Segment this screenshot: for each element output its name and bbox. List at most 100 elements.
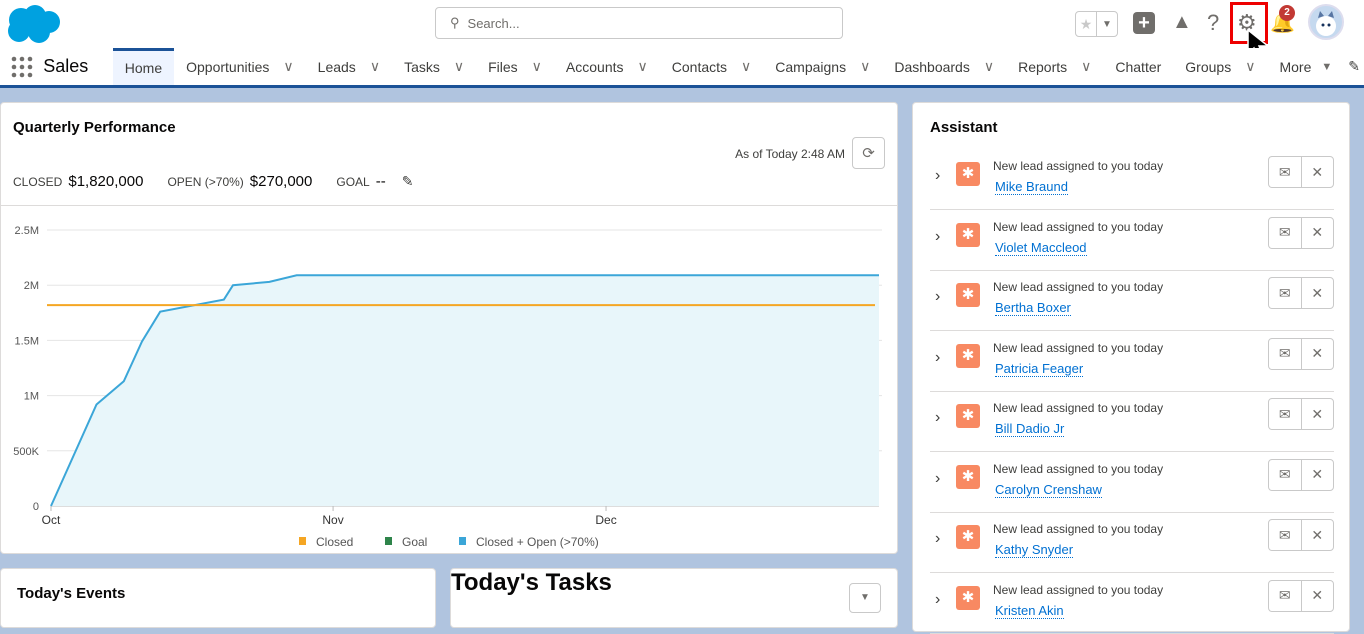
assistant-message: New lead assigned to you today: [993, 340, 1164, 355]
assistant-item: › ✱ New lead assigned to you today Viole…: [930, 210, 1334, 271]
y-tick-label: 1M: [24, 391, 39, 403]
assistant-message: New lead assigned to you today: [993, 219, 1164, 234]
tab-opportunities[interactable]: Opportunities ∨: [174, 48, 306, 85]
lead-name-link[interactable]: Bertha Boxer: [995, 300, 1071, 316]
y-tick-label: 2M: [24, 280, 39, 292]
chevron-down-icon[interactable]: ∨: [370, 58, 380, 75]
assistant-title: Assistant: [930, 119, 998, 136]
navigation-bar: Sales Home Opportunities ∨ Leads ∨ Tasks ∨ File…: [0, 48, 1364, 88]
star-icon[interactable]: ★: [1076, 12, 1096, 36]
chevron-right-icon[interactable]: ›: [935, 409, 940, 427]
tab-leads[interactable]: Leads ∨: [306, 48, 392, 85]
dismiss-close-icon[interactable]: ✕: [1300, 520, 1334, 550]
tab-contacts[interactable]: Contacts ∨: [660, 48, 764, 85]
chevron-down-icon[interactable]: ∨: [532, 58, 542, 75]
email-icon[interactable]: ✉: [1269, 157, 1301, 187]
assistant-item: › ✱ New lead assigned to you today Mike …: [930, 149, 1334, 210]
dismiss-close-icon[interactable]: ✕: [1300, 157, 1334, 187]
chevron-right-icon[interactable]: ›: [935, 288, 940, 306]
legend-swatch: [385, 537, 392, 545]
lead-icon: ✱: [956, 343, 980, 368]
dismiss-close-icon[interactable]: ✕: [1300, 459, 1334, 490]
chevron-down-icon[interactable]: ∨: [1245, 58, 1255, 75]
lead-name-link[interactable]: Kristen Akin: [995, 603, 1064, 619]
dismiss-close-icon[interactable]: ✕: [1300, 399, 1334, 429]
y-tick-label: 1.5M: [15, 335, 39, 347]
lead-icon: ✱: [956, 464, 980, 489]
assistant-message: New lead assigned to you today: [993, 582, 1164, 597]
tab-files[interactable]: Files ∨: [476, 48, 554, 85]
chevron-down-icon[interactable]: ∨: [860, 58, 870, 75]
help-icon[interactable]: ?: [1207, 10, 1219, 36]
lead-name-link[interactable]: Mike Braund: [995, 179, 1068, 195]
salesforce-logo[interactable]: [3, 4, 61, 44]
chevron-down-icon[interactable]: ∨: [1081, 58, 1091, 75]
tab-home[interactable]: Home: [112, 48, 175, 85]
item-actions: ✉ ✕: [1268, 458, 1334, 491]
y-tick-label: 500K: [13, 446, 39, 458]
favorites-button[interactable]: ★ ▼: [1075, 11, 1118, 37]
x-tick-label: Nov: [322, 513, 343, 527]
user-avatar[interactable]: [1308, 4, 1344, 40]
legend-label: Goal: [402, 535, 427, 549]
chevron-right-icon[interactable]: ›: [935, 349, 940, 367]
dismiss-close-icon[interactable]: ✕: [1300, 217, 1334, 248]
item-actions: ✉ ✕: [1268, 519, 1334, 551]
chevron-down-icon[interactable]: ∨: [454, 58, 464, 75]
lead-name-link[interactable]: Kathy Snyder: [995, 542, 1074, 558]
email-icon[interactable]: ✉: [1269, 520, 1301, 550]
email-icon[interactable]: ✉: [1269, 581, 1301, 611]
tab-chatter[interactable]: Chatter: [1103, 48, 1173, 85]
favorites-dropdown-icon[interactable]: ▼: [1096, 12, 1117, 36]
email-icon[interactable]: ✉: [1269, 218, 1301, 248]
global-actions-plus-icon[interactable]: +: [1133, 12, 1155, 34]
tab-dashboards[interactable]: Dashboards ∨: [882, 48, 1006, 85]
lead-name-link[interactable]: Patricia Feager: [995, 361, 1084, 377]
tab-tasks[interactable]: Tasks ∨: [392, 48, 476, 85]
item-actions: ✉ ✕: [1268, 398, 1334, 430]
lead-icon: ✱: [956, 585, 980, 610]
trailhead-icon[interactable]: ▲: [1172, 11, 1192, 34]
chevron-down-icon[interactable]: ∨: [984, 58, 994, 75]
tab-campaigns[interactable]: Campaigns ∨: [763, 48, 882, 85]
tasks-dropdown-button[interactable]: ▼: [849, 583, 881, 613]
tab-groups[interactable]: Groups ∨: [1173, 48, 1267, 85]
chevron-down-icon[interactable]: ∨: [638, 58, 648, 75]
search-input[interactable]: ⚲ Search...: [435, 7, 843, 39]
global-header: ⚲ Search... ★ ▼ + ▲ ? ⚙ 🔔 2: [0, 0, 1364, 61]
item-actions: ✉ ✕: [1268, 216, 1334, 249]
email-icon[interactable]: ✉: [1269, 399, 1301, 429]
chevron-right-icon[interactable]: ›: [935, 591, 940, 609]
lead-name-link[interactable]: Bill Dadio Jr: [995, 421, 1065, 437]
email-icon[interactable]: ✉: [1269, 339, 1301, 369]
tab-reports[interactable]: Reports ∨: [1006, 48, 1103, 85]
lead-name-link[interactable]: Violet Maccleod: [995, 240, 1087, 256]
legend-label: Closed: [316, 535, 353, 549]
lead-name-link[interactable]: Carolyn Crenshaw: [995, 482, 1102, 498]
notification-badge: 2: [1279, 5, 1295, 21]
assistant-item: › ✱ New lead assigned to you today Kathy…: [930, 512, 1334, 573]
chevron-right-icon[interactable]: ›: [935, 167, 940, 185]
email-icon[interactable]: ✉: [1269, 278, 1301, 308]
lead-icon: ✱: [956, 283, 980, 307]
search-icon: ⚲: [450, 15, 460, 30]
email-icon[interactable]: ✉: [1269, 460, 1301, 490]
nav-more-button[interactable]: More ▼: [1267, 48, 1344, 85]
assistant-message: New lead assigned to you today: [993, 280, 1164, 294]
chevron-down-icon[interactable]: ∨: [283, 58, 293, 75]
lead-icon: ✱: [956, 525, 980, 549]
edit-nav-pencil-icon[interactable]: ✎: [1344, 48, 1364, 85]
chevron-right-icon[interactable]: ›: [935, 470, 940, 488]
app-launcher-icon[interactable]: [0, 48, 43, 85]
item-actions: ✉ ✕: [1268, 337, 1334, 370]
dismiss-close-icon[interactable]: ✕: [1300, 278, 1334, 308]
chevron-right-icon[interactable]: ›: [935, 530, 940, 548]
chevron-right-icon[interactable]: ›: [935, 228, 940, 246]
assistant-item: › ✱ New lead assigned to you today Carol…: [930, 452, 1334, 513]
dismiss-close-icon[interactable]: ✕: [1300, 338, 1334, 369]
todays-tasks-card: Today's Tasks ▼: [450, 568, 898, 628]
tab-accounts[interactable]: Accounts ∨: [554, 48, 660, 85]
chevron-down-icon[interactable]: ∨: [741, 58, 751, 75]
legend-label: Closed + Open (>70%): [476, 535, 599, 549]
dismiss-close-icon[interactable]: ✕: [1300, 580, 1334, 611]
